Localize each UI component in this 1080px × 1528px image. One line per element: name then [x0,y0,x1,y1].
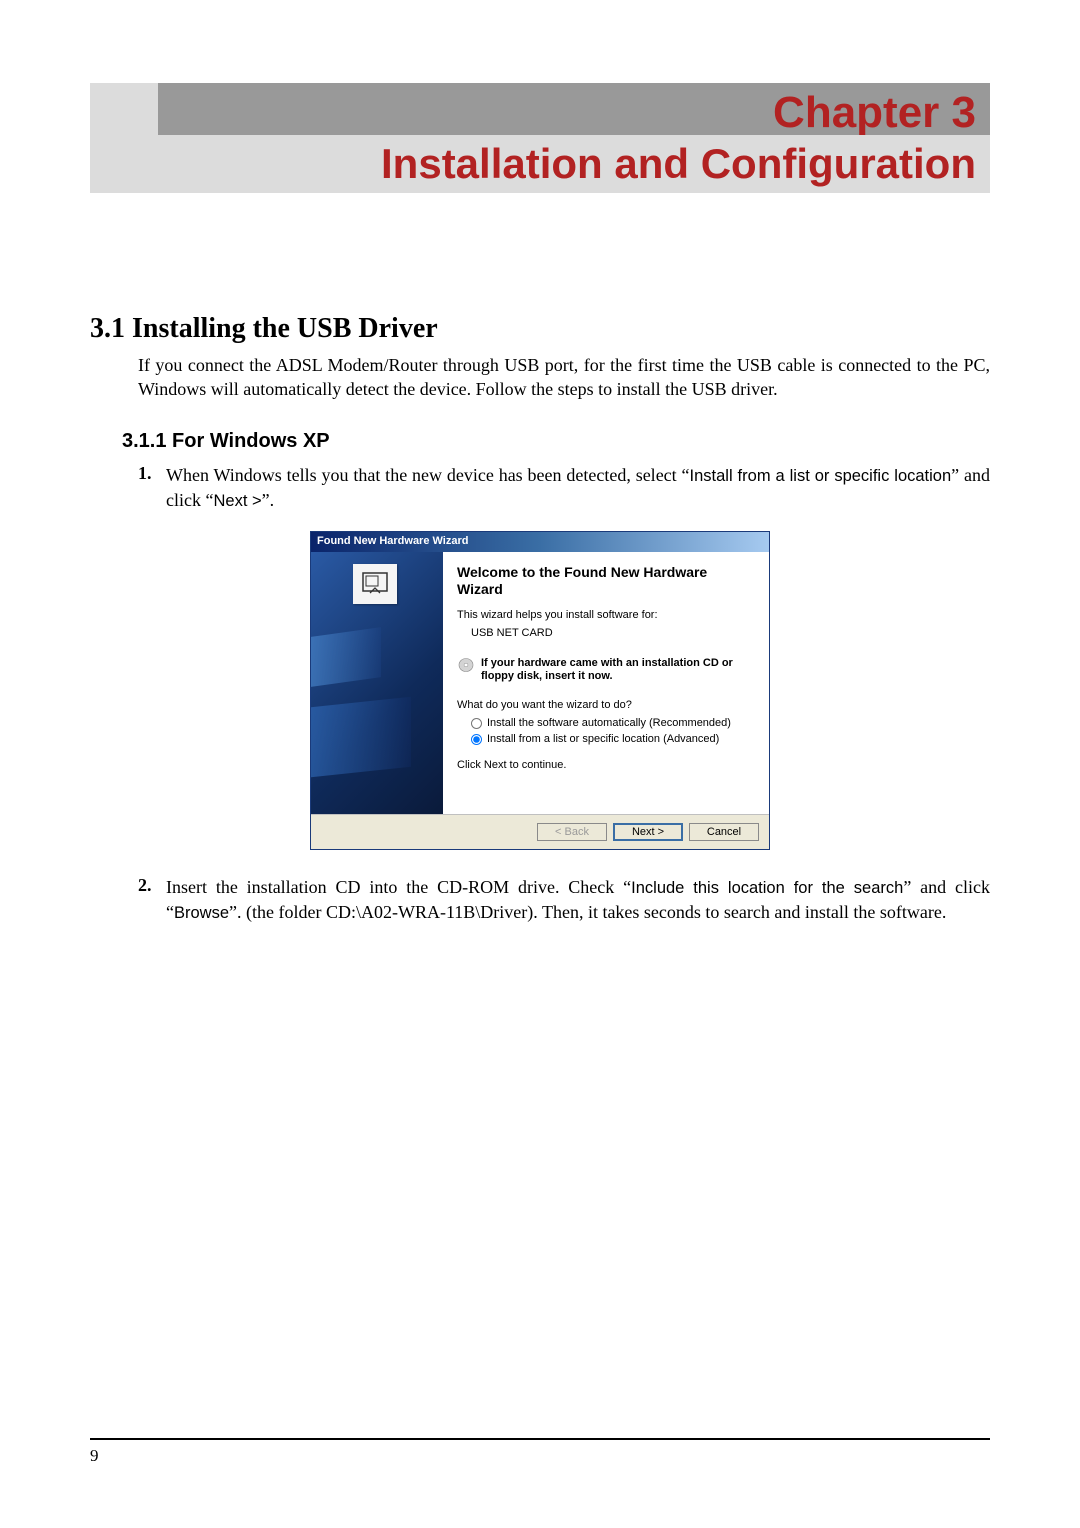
wizard-question: What do you want the wizard to do? [457,699,755,711]
wizard-intro-text: This wizard helps you install software f… [457,609,755,621]
section-3-1-intro: If you connect the ADSL Modem/Router thr… [138,353,990,402]
list-text: When Windows tells you that the new devi… [166,463,990,513]
page-number: 9 [90,1446,990,1466]
wizard-device-name: USB NET CARD [471,627,755,639]
next-button[interactable]: Next > [613,823,683,841]
radio-install-automatically[interactable]: Install the software automatically (Reco… [471,717,755,729]
ordered-list: 1. When Windows tells you that the new d… [138,463,990,513]
radio-auto-label: Install the software automatically (Reco… [487,717,731,729]
wizard-note-text: If your hardware came with an installati… [481,657,755,683]
wizard-screenshot: Found New Hardware Wizard Welcome to the… [90,531,990,850]
wizard-footer: < Back Next > Cancel [311,814,769,849]
chapter-title: Installation and Configuration [381,140,976,187]
radio-list-label: Install from a list or specific location… [487,733,719,745]
ordered-list-continued: 2. Insert the installation CD into the C… [138,875,990,925]
wizard-note: If your hardware came with an installati… [457,657,755,683]
chapter-header: Chapter 3 Installation and Configuration [90,83,990,193]
cd-icon [457,657,475,673]
wizard-titlebar: Found New Hardware Wizard [311,532,769,552]
chapter-label: Chapter 3 [773,83,990,135]
wizard-side-graphic [311,552,443,814]
back-button[interactable]: < Back [537,823,607,841]
footer-rule [90,1438,990,1440]
list-number: 2. [138,875,166,925]
wizard-heading: Welcome to the Found New Hardware Wizard [457,564,755,599]
radio-list-input[interactable] [471,734,482,745]
page-footer: 9 [90,1438,990,1466]
cancel-button[interactable]: Cancel [689,823,759,841]
wizard-click-next-text: Click Next to continue. [457,759,755,771]
radio-auto-input[interactable] [471,718,482,729]
list-item: 2. Insert the installation CD into the C… [138,875,990,925]
hardware-icon [353,564,397,604]
list-text: Insert the installation CD into the CD-R… [166,875,990,925]
section-heading-3-1-1: 3.1.1 For Windows XP [122,430,990,453]
section-heading-3-1: 3.1 Installing the USB Driver [90,313,990,345]
list-number: 1. [138,463,166,513]
radio-install-from-list[interactable]: Install from a list or specific location… [471,733,755,745]
found-new-hardware-wizard: Found New Hardware Wizard Welcome to the… [310,531,770,850]
list-item: 1. When Windows tells you that the new d… [138,463,990,513]
wizard-main-panel: Welcome to the Found New Hardware Wizard… [443,552,769,814]
document-page: Chapter 3 Installation and Configuration… [0,0,1080,1528]
